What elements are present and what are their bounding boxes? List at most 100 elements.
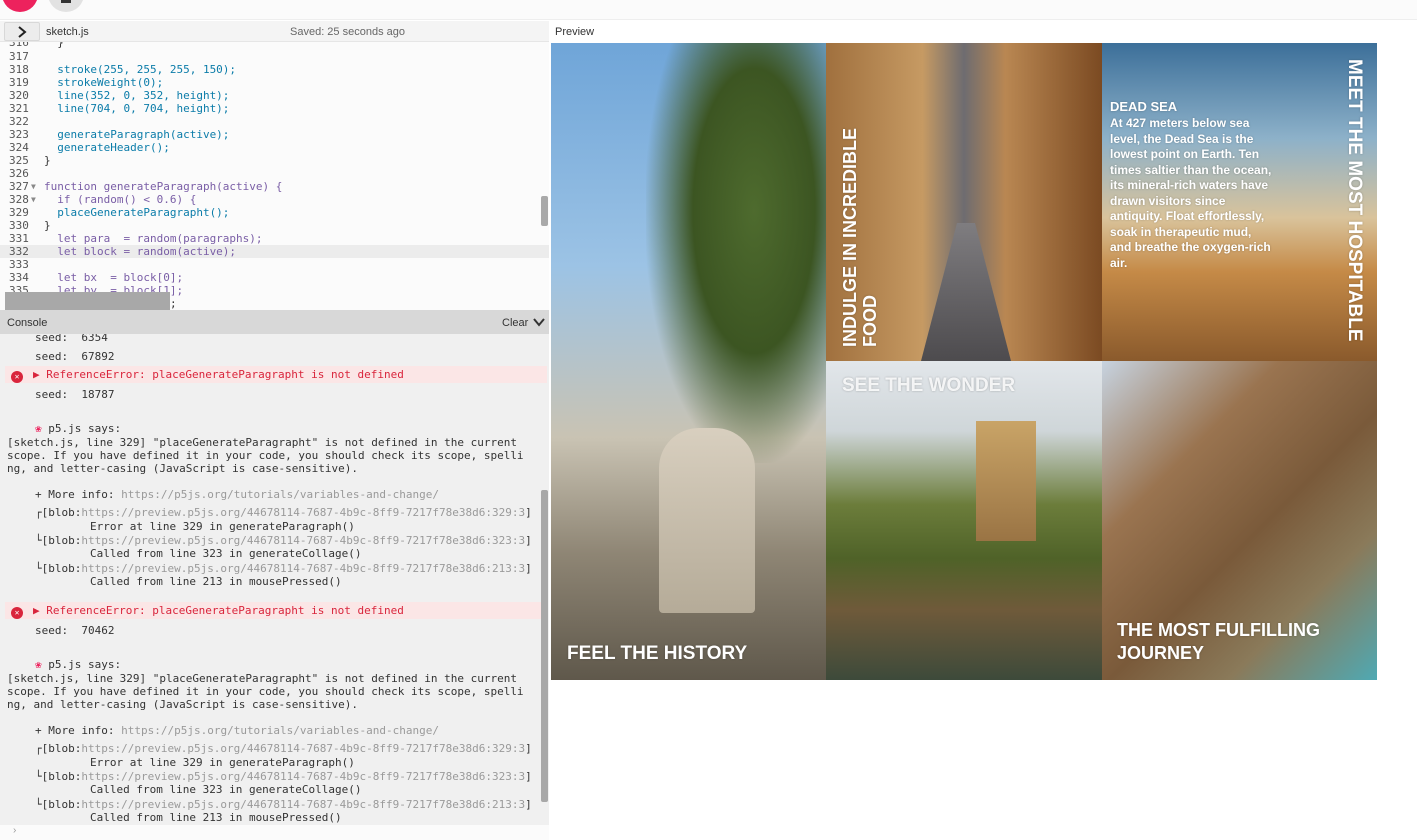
preview-canvas[interactable]: FEEL THE HISTORY INDULGE IN INCREDIBLE F…: [551, 43, 1377, 680]
console-error-line[interactable]: ✕ ▶ ReferenceError: placeGenerateParagrap…: [5, 366, 547, 383]
stack-trace-line: └[blob:https://preview.p5js.org/44678114…: [35, 534, 532, 547]
console-message: scope. If you have defined it in your co…: [7, 685, 524, 698]
more-info-link[interactable]: https://p5js.org/tutorials/variables-and…: [121, 724, 439, 737]
wonder-panel: SEE THE WONDER: [826, 361, 1102, 680]
expand-sidebar-button[interactable]: [4, 22, 40, 41]
tree-image: [646, 43, 826, 463]
preview-label: Preview: [555, 26, 595, 38]
dead-sea-panel: DEAD SEA At 427 meters below sea level, …: [1102, 43, 1377, 361]
code-line: 325}: [9, 154, 51, 167]
chevron-right-icon: [18, 26, 27, 38]
panel-heading-vertical: INDULGE IN INCREDIBLE FOOD: [840, 127, 880, 347]
error-icon: ✕: [11, 371, 23, 383]
more-info-line: + More info: https://p5js.org/tutorials/…: [35, 724, 439, 737]
stop-icon: [61, 0, 71, 3]
stack-trace-line: Error at line 329 in generateParagraph(): [90, 756, 355, 769]
code-line: 331 let para = random(paragraphs);: [9, 232, 263, 245]
error-icon: ✕: [11, 607, 23, 619]
clear-console-button[interactable]: Clear: [502, 317, 528, 329]
code-line: 323 generateParagraph(active);: [9, 128, 230, 141]
console-message: [sketch.js, line 329] "placeGeneratePara…: [7, 672, 517, 685]
fold-icon[interactable]: ▼: [31, 193, 36, 206]
monument-image: [659, 428, 755, 613]
expand-triangle-icon[interactable]: ▶: [33, 604, 46, 617]
stack-trace-line: Called from line 323 in generateCollage(…: [90, 547, 362, 560]
code-line: 318 stroke(255, 255, 255, 150);: [9, 63, 237, 76]
console-header: Console Clear: [0, 310, 549, 334]
top-toolbar: [0, 0, 1417, 20]
chevron-down-icon[interactable]: [533, 318, 545, 327]
p5-says-line: ❀ p5.js says:: [35, 422, 122, 435]
fold-icon[interactable]: ▼: [31, 180, 36, 193]
dead-sea-paragraph: At 427 meters below sea level, the Dead …: [1110, 116, 1272, 270]
stack-trace-line: Error at line 329 in generateParagraph(): [90, 520, 355, 533]
code-line: 326: [9, 167, 29, 180]
console-log-line: seed: 67892: [35, 350, 115, 363]
code-line: 329 placeGenerateParagrapht();: [9, 206, 230, 219]
stack-trace-line: ┌[blob:https://preview.p5js.org/44678114…: [35, 742, 532, 755]
blob-link[interactable]: https://preview.p5js.org/44678114-7687-4…: [81, 770, 525, 783]
code-line: 324 generateHeader();: [9, 141, 170, 154]
p5-flower-icon: ❀: [35, 422, 42, 435]
console-message: [sketch.js, line 329] "placeGeneratePara…: [7, 436, 517, 449]
code-line: 328 ▼ if (random() < 0.6) {: [9, 193, 197, 206]
console-title: Console: [7, 317, 48, 329]
blob-link[interactable]: https://preview.p5js.org/44678114-7687-4…: [81, 506, 525, 519]
expand-triangle-icon[interactable]: ▶: [33, 368, 46, 381]
panel-heading: FEEL THE HISTORY: [567, 643, 748, 664]
blob-link[interactable]: https://preview.p5js.org/44678114-7687-4…: [81, 562, 525, 575]
code-line: 316 }: [9, 42, 64, 49]
street-image: [921, 223, 1011, 361]
more-info-line: + More info: https://p5js.org/tutorials/…: [35, 488, 439, 501]
journey-panel: THE MOST FULFILLING JOURNEY: [1102, 361, 1377, 680]
code-line: 317: [9, 50, 29, 63]
code-line: 334 let bx = block[0];: [9, 271, 184, 284]
stack-trace-line: Called from line 213 in mousePressed(): [90, 575, 342, 588]
p5-says-line: ❀ p5.js says:: [35, 658, 122, 671]
file-name[interactable]: sketch.js: [46, 26, 89, 38]
blob-link[interactable]: https://preview.p5js.org/44678114-7687-4…: [81, 742, 525, 755]
p5-flower-icon: ❀: [35, 658, 42, 671]
console-message: ng, and letter-casing (JavaScript is cas…: [7, 698, 358, 711]
blob-link[interactable]: https://preview.p5js.org/44678114-7687-4…: [81, 534, 525, 547]
stop-button[interactable]: [48, 0, 84, 12]
stack-trace-line: └[blob:https://preview.p5js.org/44678114…: [35, 770, 532, 783]
church-image: [976, 421, 1036, 541]
console-log-line: seed: 18787: [35, 388, 115, 401]
history-panel: FEEL THE HISTORY: [551, 43, 826, 680]
panel-heading-vertical: MEET THE MOST HOSPITABLE: [1344, 59, 1365, 342]
stack-trace-line: └[blob:https://preview.p5js.org/44678114…: [35, 798, 532, 811]
food-panel: INDULGE IN INCREDIBLE FOOD: [826, 43, 1102, 361]
console-message: ng, and letter-casing (JavaScript is cas…: [7, 462, 358, 475]
console-log-line: seed: 6354: [35, 334, 108, 344]
code-vertical-scrollbar[interactable]: [541, 196, 548, 226]
stack-trace-line: Called from line 213 in mousePressed(): [90, 811, 342, 824]
stack-trace-line: └[blob:https://preview.p5js.org/44678114…: [35, 562, 532, 575]
code-line: 327 ▼ function generateParagraph(active) {: [9, 180, 283, 193]
play-button[interactable]: [2, 0, 38, 12]
dead-sea-title: DEAD SEA: [1110, 99, 1178, 114]
console-error-line[interactable]: ✕ ▶ ReferenceError: placeGenerateParagrap…: [5, 602, 547, 619]
active-code-line: 332 let block = random(active);: [0, 245, 549, 258]
console-output: seed: 6354 seed: 67892 ✕ ▶ ReferenceError…: [0, 334, 549, 825]
console-scrollbar[interactable]: [541, 490, 548, 802]
code-horizontal-scrollbar[interactable]: [5, 292, 170, 310]
code-line: 333: [9, 258, 29, 271]
more-info-link[interactable]: https://p5js.org/tutorials/variables-and…: [121, 488, 439, 501]
panel-heading: THE MOST FULFILLING JOURNEY: [1117, 620, 1320, 663]
code-line: 322: [9, 115, 29, 128]
blob-link[interactable]: https://preview.p5js.org/44678114-7687-4…: [81, 798, 525, 811]
stack-trace-line: ┌[blob:https://preview.p5js.org/44678114…: [35, 506, 532, 519]
console-input[interactable]: ›: [0, 825, 549, 840]
code-line: 321 line(704, 0, 704, height);: [9, 102, 230, 115]
code-line: 330}: [9, 219, 51, 232]
stack-trace-line: Called from line 323 in generateCollage(…: [90, 783, 362, 796]
code-line: 319 strokeWeight(0);: [9, 76, 164, 89]
panel-heading: SEE THE WONDER: [842, 375, 1016, 396]
code-editor[interactable]: 316 } 317 318 stroke(255, 255, 255, 150)…: [0, 42, 549, 310]
saved-status: Saved: 25 seconds ago: [290, 26, 405, 38]
editor-header: sketch.js Saved: 25 seconds ago: [0, 21, 549, 42]
code-line: 320 line(352, 0, 352, height);: [9, 89, 230, 102]
console-message: scope. If you have defined it in your co…: [7, 449, 524, 462]
prompt-icon: ›: [13, 825, 17, 836]
